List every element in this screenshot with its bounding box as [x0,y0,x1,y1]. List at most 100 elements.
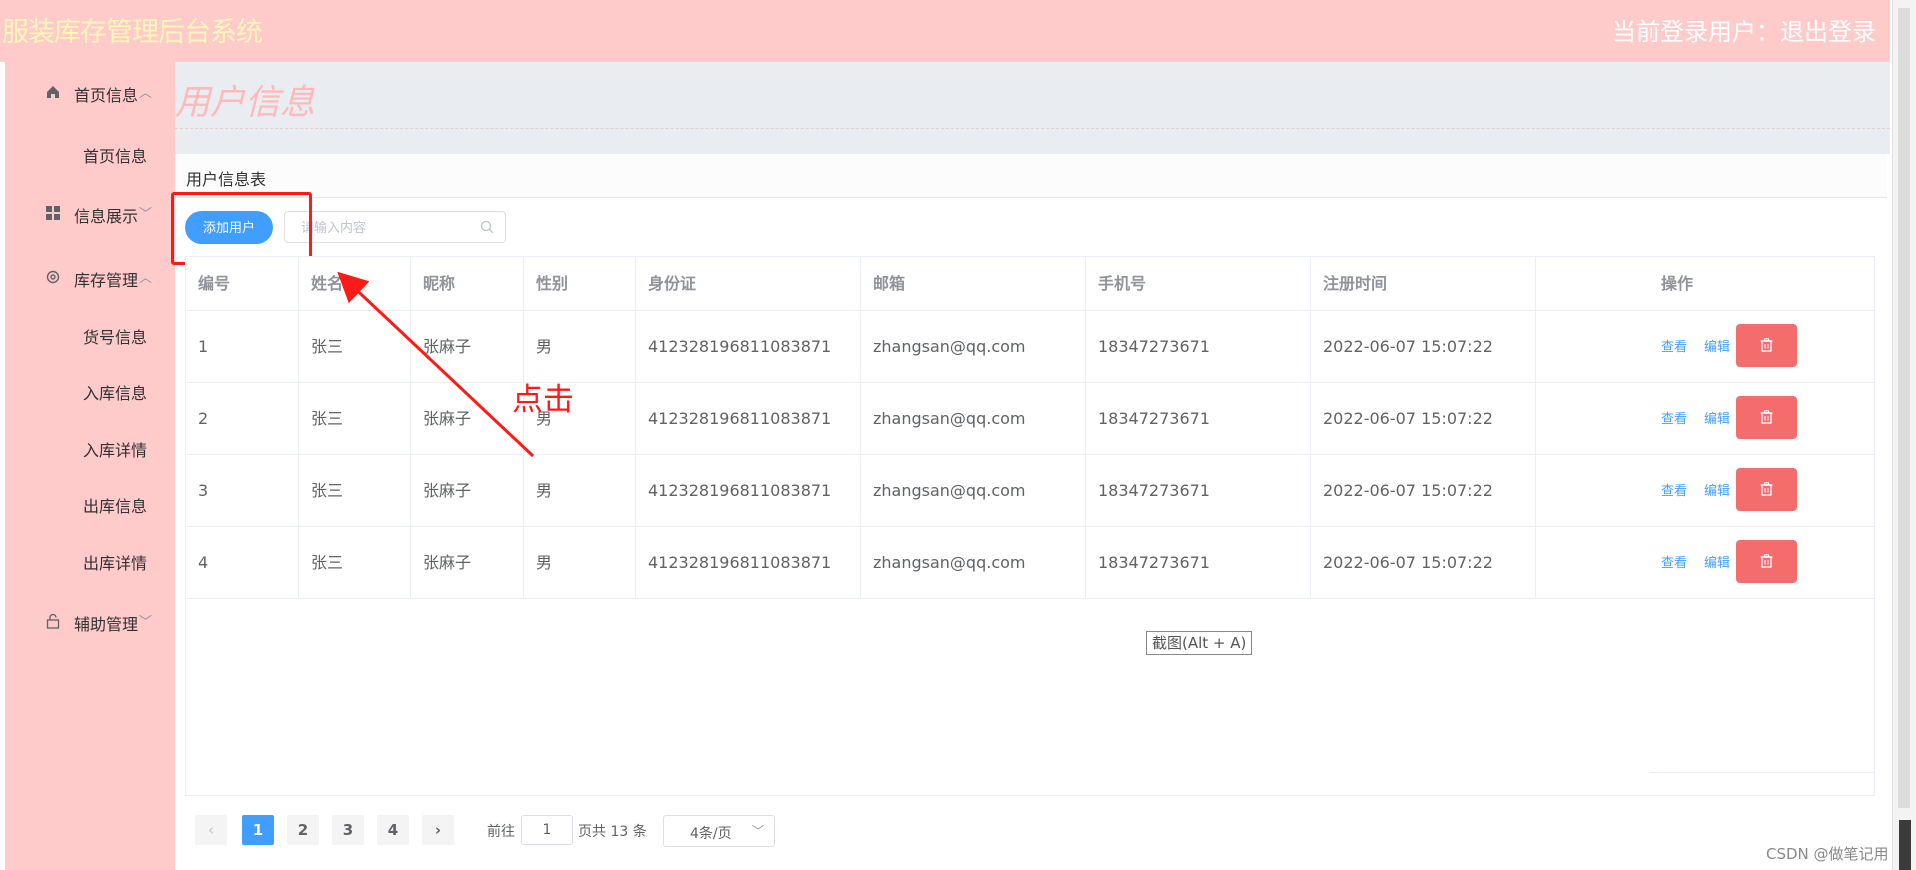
chevron-up-icon: ︿ [139,86,153,101]
cell-id-card: 412328196811083871 [636,455,861,527]
edit-link[interactable]: 编辑 [1704,412,1730,428]
menu-group-aux[interactable]: 辅助管理 ﹀ [5,601,175,641]
trash-icon [1760,338,1773,352]
sidebar-item-stock-in[interactable]: 入库信息 [83,380,147,404]
sidebar: 首页信息 ︿ 首页信息 信息展示 ﹀ 库存管理 ︿ 货号信息 入库信息 入库详情… [5,62,175,870]
cell-nickname: 张麻子 [411,527,524,599]
cell-name: 张三 [299,383,411,455]
search-field[interactable] [284,211,506,243]
cell-register-time: 2022-06-07 15:07:22 [1311,455,1536,527]
cell-phone: 18347273671 [1086,455,1311,527]
menu-group-label: 库存管理 [74,271,139,290]
sidebar-item-stock-out-detail[interactable]: 出库详情 [83,550,147,574]
cell-id-card: 412328196811083871 [636,311,861,383]
menu-group-home[interactable]: 首页信息 ︿ [5,72,175,112]
cell-phone: 18347273671 [1086,311,1311,383]
delete-button[interactable] [1736,468,1797,511]
cell-actions: 查看 编辑 [1536,527,1874,599]
menu-group-inventory[interactable]: 库存管理 ︿ [5,257,175,297]
search-icon [480,219,494,234]
chevron-up-icon: ︿ [139,271,153,286]
scrollbar-thumb[interactable] [1898,8,1910,808]
app-title: 服装库存管理后台系统 [2,17,263,48]
delete-button[interactable] [1736,396,1797,439]
user-table: 编号 姓名 昵称 性别 身份证 邮箱 手机号 注册时间 操作 1 张三 张麻子男 41… [185,256,1875,796]
top-header: 服装库存管理后台系统 当前登录用户：退出登录 [0,0,1890,62]
search-input[interactable] [301,218,471,238]
cell-actions: 查看 编辑 [1536,455,1874,527]
page-title: 用户信息 [175,83,316,123]
view-link[interactable]: 查看 [1661,484,1687,500]
cell-name: 张三 [299,311,411,383]
cell-register-time: 2022-06-07 15:07:22 [1311,311,1536,383]
cell-phone: 18347273671 [1086,383,1311,455]
current-user-label: 当前登录用户： [1612,18,1780,46]
cell-gender: 男 [524,527,636,599]
sidebar-item-home-info[interactable]: 首页信息 [83,143,147,167]
view-link[interactable]: 查看 [1661,412,1687,428]
delete-button[interactable] [1736,324,1797,367]
menu-group-label: 信息展示 [74,207,139,226]
column-header-register-time: 注册时间 [1311,257,1536,311]
sidebar-item-stock-out[interactable]: 出库信息 [83,493,147,517]
cell-phone: 18347273671 [1086,527,1311,599]
cell-register-time: 2022-06-07 15:07:22 [1311,527,1536,599]
edit-link[interactable]: 编辑 [1704,556,1730,572]
page-button-1[interactable]: 1 [242,815,274,845]
table-row: 2 张三 张麻子男 412328196811083871 zhangsan@qq.com… [186,383,1874,455]
menu-group-label: 辅助管理 [74,615,139,634]
watermark: CSDN @做笔记用 [1766,845,1889,863]
edit-link[interactable]: 编辑 [1704,484,1730,500]
page-size-value: 4条/页 [690,826,732,842]
card-header: 用户信息表 [175,154,1887,198]
sidebar-item-stock-in-detail[interactable]: 入库详情 [83,437,147,461]
trash-icon [1760,482,1773,496]
column-header-email: 邮箱 [861,257,1086,311]
menu-group-display[interactable]: 信息展示 ﹀ [5,193,175,233]
table-row: 4 张三 张麻子男 412328196811083871 zhangsan@qq.com… [186,527,1874,599]
page-button-2[interactable]: 2 [287,815,319,845]
logout-link[interactable]: 退出登录 [1780,18,1876,46]
goto-page-input[interactable]: 1 [521,815,573,845]
cell-email: zhangsan@qq.com [861,527,1086,599]
cell-email: zhangsan@qq.com [861,455,1086,527]
menu-group-label: 首页信息 [74,86,139,105]
sidebar-item-sku[interactable]: 货号信息 [83,324,147,348]
grid-icon [44,205,62,223]
column-header-nickname: 昵称 [411,257,524,311]
column-header-phone: 手机号 [1086,257,1311,311]
edit-link[interactable]: 编辑 [1704,340,1730,356]
chevron-down-icon: ﹀ [139,207,153,222]
column-header-actions: 操作 [1661,274,1694,293]
scrollbar-corner [1899,820,1911,870]
cell-name: 张三 [299,455,411,527]
cell-nickname: 张麻子 [411,455,524,527]
delete-button[interactable] [1736,540,1797,583]
cell-name: 张三 [299,527,411,599]
prev-page-button[interactable]: ‹ [195,815,227,845]
page-size-select[interactable]: 4条/页 ﹀ [663,815,775,847]
gear-icon [44,269,62,287]
chevron-down-icon: ﹀ [751,824,764,838]
view-link[interactable]: 查看 [1661,556,1687,572]
add-user-button[interactable]: 添加用户 [185,211,273,244]
divider [1650,772,1875,773]
column-header-gender: 性别 [524,257,636,311]
cell-id: 4 [186,527,299,599]
cell-email: zhangsan@qq.com [861,383,1086,455]
user-area: 当前登录用户：退出登录 [1612,12,1876,47]
divider [175,128,1890,129]
cell-id-card: 412328196811083871 [636,383,861,455]
vertical-scrollbar[interactable] [1892,0,1916,870]
app-root: 服装库存管理后台系统 当前登录用户：退出登录 首页信息 ︿ 首页信息 信息展示 … [0,0,1916,870]
annotation-text: 点击 [512,382,574,418]
card-title: 用户信息表 [186,170,267,189]
page-button-3[interactable]: 3 [332,815,364,845]
table-header: 编号 姓名 昵称 性别 身份证 邮箱 手机号 注册时间 操作 [186,257,1874,311]
trash-icon [1760,554,1773,568]
view-link[interactable]: 查看 [1661,340,1687,356]
total-text: 页共 13 条 [578,824,647,840]
column-header-name: 姓名 [299,257,411,311]
next-page-button[interactable]: › [422,815,454,845]
page-button-4[interactable]: 4 [377,815,409,845]
